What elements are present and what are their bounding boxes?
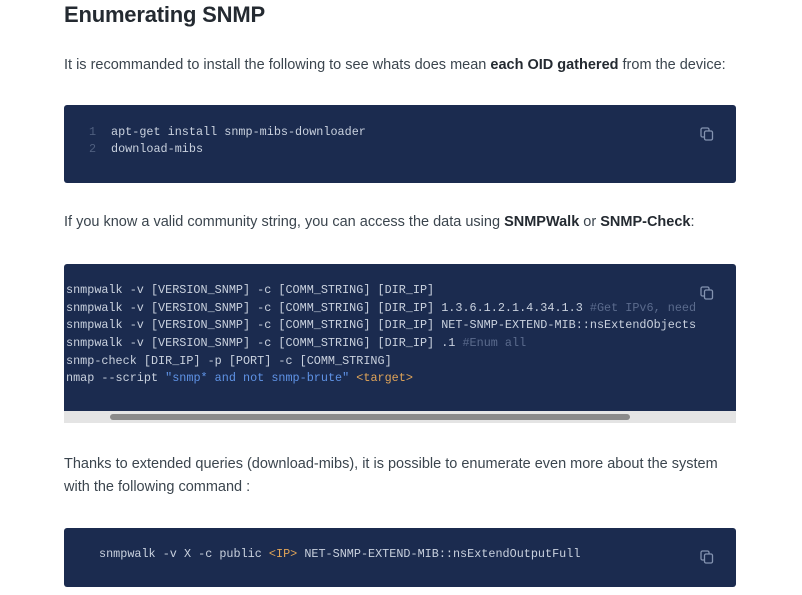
code-text-end: NET-SNMP-EXTEND-MIB::nsExtendOutputFull <box>297 547 581 561</box>
code-line-1: snmpwalk -v X -c public <IP> NET-SNMP-EX… <box>99 546 580 564</box>
horizontal-scrollbar[interactable] <box>64 411 736 423</box>
intro-text-end: from the device: <box>618 57 726 73</box>
community-text: If you know a valid community string, yo… <box>64 214 505 230</box>
copy-icon[interactable] <box>700 550 714 564</box>
code-block-extend: snmpwalk -v X -c public <IP> NET-SNMP-EX… <box>64 528 736 587</box>
line-number: 2 <box>89 142 97 156</box>
code-block-snmpwalk[interactable]: snmpwalk -v [VERSION_SNMP] -c [COMM_STRI… <box>64 264 736 412</box>
snmp-check-bold: SNMP-Check <box>600 214 691 230</box>
section-heading: Enumerating SNMP <box>64 2 265 27</box>
line-number: 1 <box>89 125 97 139</box>
code-text: nmap --script <box>66 371 166 385</box>
or-text: or <box>579 214 601 230</box>
intro-paragraph: It is recommanded to install the followi… <box>64 54 744 77</box>
snmpwalk-bold: SNMPWalk <box>504 214 580 230</box>
code-text: apt-get install snmp-mibs-downloader <box>111 125 366 139</box>
code-placeholder: <target> <box>356 371 413 385</box>
code-text: snmpwalk -v [VERSION_SNMP] -c [COMM_STRI… <box>66 301 590 315</box>
code-line-5: snmp-check [DIR_IP] -p [PORT] -c [COMM_S… <box>66 354 392 368</box>
intro-bold: each OID gathered <box>490 57 619 73</box>
code-line-4: snmpwalk -v [VERSION_SNMP] -c [COMM_STRI… <box>66 335 526 353</box>
code-line-1: 1 apt-get install snmp-mibs-downloader <box>89 124 366 142</box>
code-line-2: 2 download-mibs <box>89 141 203 159</box>
code-text: snmpwalk -v [VERSION_SNMP] -c [COMM_STRI… <box>66 336 463 350</box>
code-line-6: nmap --script "snmp* and not snmp-brute"… <box>66 370 413 388</box>
copy-icon[interactable] <box>700 286 714 300</box>
code-block-install: 1 apt-get install snmp-mibs-downloader 2d… <box>64 105 736 183</box>
copy-icon[interactable] <box>700 127 714 141</box>
scrollbar-thumb[interactable] <box>110 414 630 420</box>
code-comment: #Enum all <box>462 336 527 350</box>
extended-queries-paragraph: Thanks to extended queries (download-mib… <box>64 453 744 499</box>
community-paragraph: If you know a valid community string, yo… <box>64 211 744 234</box>
code-placeholder: <IP> <box>268 547 298 561</box>
code-line-1: snmpwalk -v [VERSION_SNMP] -c [COMM_STRI… <box>66 283 435 297</box>
intro-text: It is recommanded to install the followi… <box>64 57 491 73</box>
code-string: "snmp* and not snmp-brute" <box>165 371 350 385</box>
code-line-3: snmpwalk -v [VERSION_SNMP] -c [COMM_STRI… <box>66 318 697 332</box>
extended-text-line-2: with the following command : <box>64 479 251 495</box>
code-comment: #Get IPv6, need <box>589 301 697 315</box>
code-text: snmpwalk -v X -c public <box>99 547 269 561</box>
code-text: download-mibs <box>111 142 204 156</box>
colon-text: : <box>690 214 695 230</box>
code-line-2: snmpwalk -v [VERSION_SNMP] -c [COMM_STRI… <box>66 300 696 318</box>
extended-text-line-1: Thanks to extended queries (download-mib… <box>64 456 718 472</box>
